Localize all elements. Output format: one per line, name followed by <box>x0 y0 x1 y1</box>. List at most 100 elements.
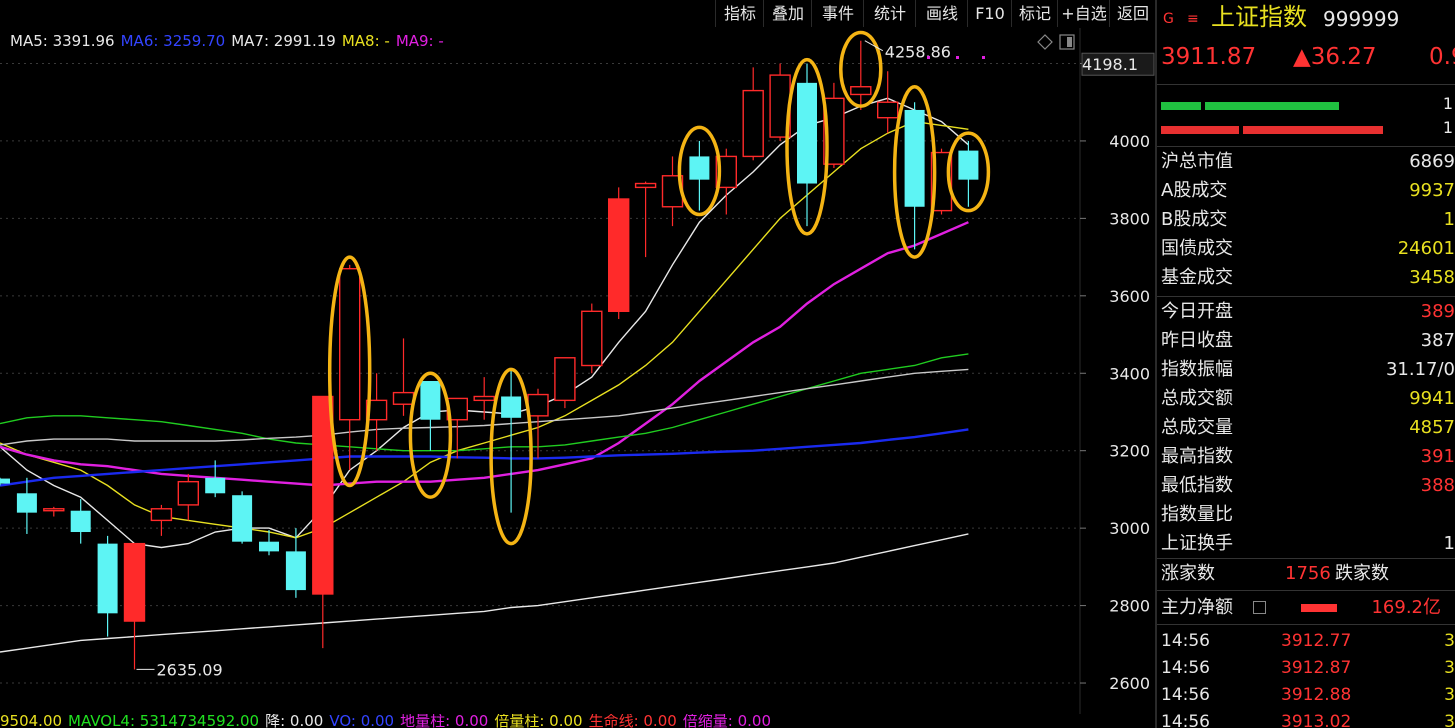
stat-row: 基金成交 3458 <box>1161 264 1455 292</box>
candle-body <box>205 477 226 494</box>
indicator-item: 生命线: 0.00 <box>588 714 677 728</box>
toolbar-item-1[interactable]: 叠加 <box>763 0 812 27</box>
decline-label: 跌家数 <box>1335 563 1389 584</box>
candle-body <box>634 182 657 189</box>
candle-body <box>904 109 925 207</box>
candle-body <box>554 357 576 402</box>
main-flow-row: 主力净额 169.2亿 <box>1161 594 1455 622</box>
g-icon[interactable]: G <box>1163 6 1174 32</box>
advance-label: 涨家数 <box>1161 563 1215 584</box>
candle-body <box>581 310 603 367</box>
toolbar-item-5[interactable]: F10 <box>967 0 1012 27</box>
candle-body <box>259 541 279 552</box>
tick-time: 14:56 <box>1161 712 1210 728</box>
tick-volume: 3 <box>1444 712 1455 728</box>
advance-value: 1756 <box>1285 563 1331 584</box>
stat-row: 总成交量 4857 <box>1161 414 1455 442</box>
menu-icon[interactable]: ≡ <box>1187 6 1199 32</box>
stat-label: 指数量比 <box>1161 504 1233 525</box>
stat-value: 31.17/0 <box>1385 359 1455 380</box>
y-tick-label: 3600 <box>1109 287 1150 306</box>
stat-value: 3458 <box>1409 267 1455 288</box>
indicator-item: 9504.00 <box>0 714 63 728</box>
y-tick-label: 3400 <box>1109 364 1150 383</box>
stat-label: 最低指数 <box>1161 475 1233 496</box>
stat-row: A股成交 9937 <box>1161 177 1455 205</box>
y-tick-label: 2600 <box>1109 674 1150 693</box>
stat-row: 沪总市值 6869 <box>1161 148 1455 176</box>
index-change-pct: 0.9 <box>1429 44 1455 70</box>
tick-time: 14:56 <box>1161 685 1210 705</box>
stat-value: 1 <box>1443 533 1455 554</box>
toolbar-item-3[interactable]: 统计 <box>863 0 916 27</box>
candle-body <box>742 89 764 158</box>
stat-value: 387 <box>1420 330 1455 351</box>
tick-volume: 3 <box>1444 658 1455 678</box>
tick-row: 14:56 3912.88 3 <box>1161 682 1455 708</box>
panel-toggle-fill <box>1067 37 1072 47</box>
breadth-bar-red-2 <box>1243 126 1383 134</box>
tick-volume: 3 <box>1444 631 1455 651</box>
price-tag-label: 4198.1 <box>1082 55 1138 74</box>
candle-body <box>285 551 306 591</box>
toolbar-item-6[interactable]: 标记 <box>1011 0 1058 27</box>
ma-line-ma5 <box>0 97 969 549</box>
stat-value: 24601 <box>1397 238 1455 259</box>
high-annotation: 4258.86 <box>885 43 951 62</box>
indicator-item: 倍量柱: 0.00 <box>494 714 583 728</box>
stat-value: 4857 <box>1409 417 1455 438</box>
index-price: 3911.87 <box>1161 44 1257 70</box>
candle-body <box>232 495 253 542</box>
candle-body-filled <box>124 543 145 622</box>
candle-body <box>392 391 415 405</box>
candlestick-chart[interactable]: 2600280030003200340036003800400042004198… <box>0 28 1155 714</box>
stat-label: 沪总市值 <box>1161 151 1233 172</box>
stat-value: 9937 <box>1409 180 1455 201</box>
indicator-item: VO: 0.00 <box>329 714 395 728</box>
tick-price: 3912.77 <box>1281 631 1352 651</box>
main-flow-bar <box>1301 604 1337 612</box>
candle-body <box>43 508 65 512</box>
list-icon[interactable] <box>1253 601 1266 614</box>
toolbar-item-0[interactable]: 指标 <box>715 0 764 27</box>
toolbar-item-2[interactable]: 事件 <box>811 0 864 27</box>
toolbar-item-4[interactable]: 画线 <box>915 0 968 27</box>
candle-body-filled <box>312 396 333 594</box>
main-flow-label: 主力净额 <box>1161 597 1233 618</box>
ma-line-ma250 <box>0 533 969 653</box>
y-tick-label: 2800 <box>1109 597 1150 616</box>
stat-row: 国债成交 24601 <box>1161 235 1455 263</box>
advance-decline-row: 涨家数 1756 跌家数 <box>1161 560 1455 588</box>
tick-time: 14:56 <box>1161 658 1210 678</box>
stat-row: 昨日收盘 387 <box>1161 327 1455 355</box>
indicator-item: 倍缩量: 0.00 <box>682 714 772 728</box>
candle-body <box>339 268 361 421</box>
breadth-value-2: 1 <box>1442 118 1453 137</box>
candle-body <box>150 508 173 522</box>
marker-dot <box>982 56 985 59</box>
stat-label: A股成交 <box>1161 180 1228 201</box>
stat-value: 6869 <box>1409 151 1455 172</box>
diamond-icon[interactable] <box>1037 34 1053 50</box>
stat-label: 指数振幅 <box>1161 359 1233 380</box>
toolbar-item-8[interactable]: 返回 <box>1109 0 1156 27</box>
stat-label: 上证换手 <box>1161 533 1233 554</box>
index-code: 999999 <box>1323 7 1400 31</box>
ma-line-ma10 <box>0 120 969 539</box>
stat-value: 388 <box>1420 475 1455 496</box>
candle-body <box>501 396 522 418</box>
stat-row: 最高指数 391 <box>1161 443 1455 471</box>
candle-body <box>0 478 10 484</box>
candle-body <box>473 395 495 402</box>
index-change: ▲36.27 <box>1293 44 1377 70</box>
candle-body <box>177 480 200 506</box>
separator <box>1157 590 1455 591</box>
tick-price: 3913.02 <box>1281 712 1352 728</box>
breadth-bar-red-1 <box>1161 126 1239 134</box>
candle-body <box>16 493 37 513</box>
toolbar-item-7[interactable]: +自选 <box>1057 0 1110 27</box>
y-tick-label: 3800 <box>1109 209 1150 228</box>
tick-volume: 3 <box>1444 685 1455 705</box>
y-tick-label: 3200 <box>1109 442 1150 461</box>
main-flow-value: 169.2亿 <box>1371 597 1441 618</box>
